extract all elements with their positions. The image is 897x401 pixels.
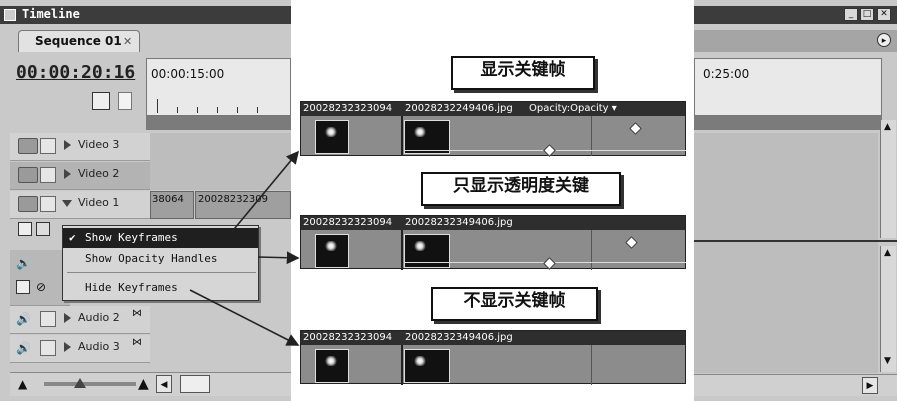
arrow-to-hide-keyframes: [189, 289, 300, 346]
panel-menu-icon[interactable]: ▸: [877, 33, 891, 47]
work-area-bar-right[interactable]: [694, 116, 882, 130]
ruler-time-label: 0:25:00: [703, 67, 750, 81]
minimize-button[interactable]: _: [844, 8, 858, 21]
maximize-button[interactable]: □: [860, 8, 874, 21]
scroll-up-icon[interactable]: ▲: [884, 248, 891, 258]
arrow-to-show-keyframes: [229, 150, 300, 235]
vertical-scrollbar-bottom[interactable]: ▲ ▼: [880, 246, 896, 372]
scroll-down-icon[interactable]: ▼: [884, 356, 891, 366]
track-divider-line: [694, 240, 897, 242]
tab-strip-right: [694, 30, 897, 52]
horizontal-scrollbar-right[interactable]: ▶: [694, 374, 897, 396]
track-area-right: [694, 133, 878, 373]
timeline-right-section: _ □ ✕ ▸ 0:25:00 ▲ ▲ ▼ ▶: [694, 0, 897, 401]
arrow-to-opacity-handles: [257, 251, 300, 265]
close-button[interactable]: ✕: [877, 8, 891, 21]
scroll-right-button[interactable]: ▶: [862, 377, 878, 394]
scroll-up-icon[interactable]: ▲: [884, 122, 891, 132]
time-ruler-right[interactable]: 0:25:00: [694, 58, 882, 116]
vertical-scrollbar-top[interactable]: ▲: [880, 120, 896, 238]
